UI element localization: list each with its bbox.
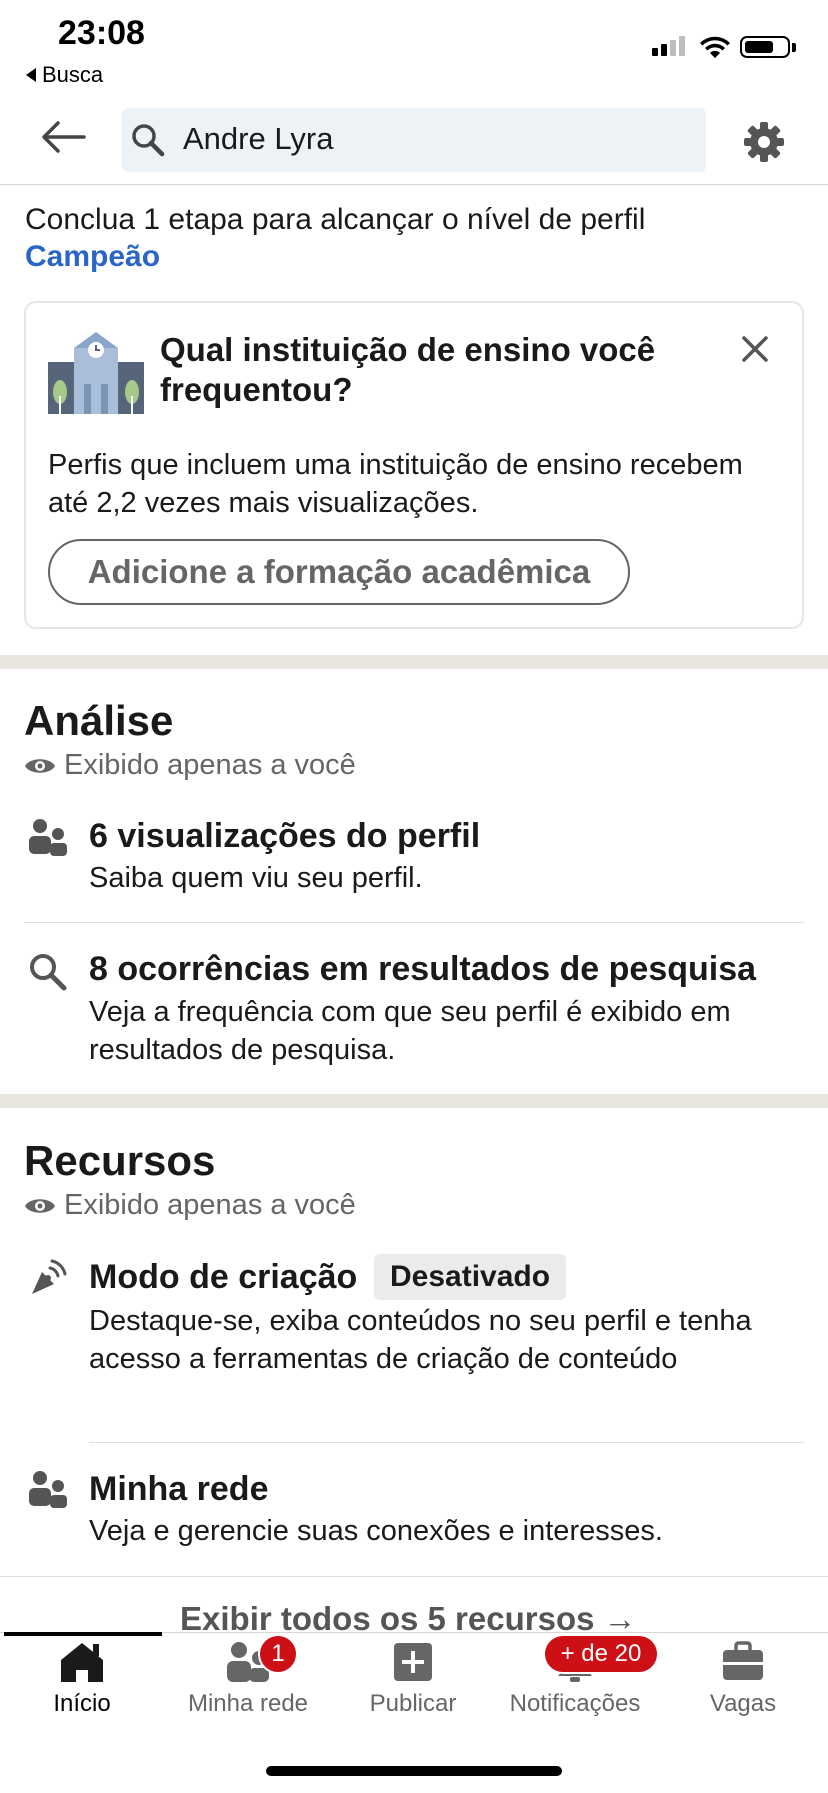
nav-my-network[interactable]: Minha rede 1 [168, 1634, 328, 1718]
card-title: Qual instituição de ensino você frequent… [160, 331, 656, 408]
status-time: 23:08 [58, 14, 145, 52]
back-triangle-icon [26, 68, 36, 82]
back-arrow-icon[interactable] [40, 120, 86, 154]
signal-icon [652, 36, 685, 56]
section-divider-line [0, 1576, 828, 1577]
broadcast-icon [32, 1259, 67, 1294]
eye-icon [25, 1198, 55, 1213]
search-appearances-title: 8 ocorrências em resultados de pesquisa [89, 950, 757, 988]
profile-views-subtitle: Saiba quem viu seu perfil. [89, 862, 423, 894]
post-icon [394, 1643, 432, 1681]
close-icon[interactable] [740, 334, 770, 364]
profile-views-title: 6 visualizações do perfil [89, 817, 481, 855]
nav-notifications[interactable]: Notificações + de 20 [495, 1634, 659, 1718]
people-icon [29, 1471, 67, 1508]
profile-completion-text: Conclua 1 etapa para alcançar o nível de… [25, 203, 646, 236]
gear-icon[interactable] [742, 120, 786, 164]
search-icon [30, 954, 67, 991]
briefcase-icon [723, 1641, 763, 1680]
nav-notifications-label: Notificações [509, 1690, 641, 1717]
header-divider [0, 184, 828, 185]
section-divider [0, 655, 828, 669]
school-building-icon [48, 332, 144, 414]
back-to-app-link[interactable]: Busca [26, 62, 103, 88]
search-icon [132, 124, 165, 157]
creator-mode-status-badge: Desativado [374, 1254, 567, 1300]
nav-notifications-badge: + de 20 [543, 1634, 659, 1674]
search-appearances-subtitle: Veja a frequência com que seu perfil é e… [89, 996, 731, 1066]
nav-jobs[interactable]: Vagas [663, 1640, 823, 1718]
profile-level-link[interactable]: Campeão [25, 240, 160, 274]
nav-my-network-badge: 1 [258, 1634, 298, 1674]
home-indicator [266, 1766, 562, 1776]
resources-visibility: Exibido apenas a você [24, 1189, 356, 1222]
my-network-title: Minha rede [89, 1470, 269, 1508]
back-app-label: Busca [42, 62, 104, 87]
search-input[interactable] [183, 121, 683, 157]
nav-post-label: Publicar [369, 1690, 457, 1717]
resources-title: Recursos [24, 1137, 216, 1184]
people-icon [29, 819, 67, 856]
visibility-label: Exibido apenas a você [64, 749, 356, 781]
my-network-subtitle: Veja e gerencie suas conexões e interess… [89, 1515, 663, 1547]
analysis-visibility: Exibido apenas a você [24, 749, 356, 782]
battery-nub [792, 43, 796, 52]
creator-mode-subtitle: Destaque-se, exiba conteúdos no seu perf… [89, 1305, 752, 1375]
nav-home[interactable]: Início [2, 1640, 162, 1718]
creator-mode-title: Modo de criação [89, 1258, 358, 1296]
section-divider [0, 1094, 828, 1108]
row-divider [24, 922, 804, 923]
active-tab-indicator [4, 1632, 162, 1636]
add-education-button[interactable]: Adicione a formação acadêmica [48, 539, 630, 605]
eye-icon [25, 758, 55, 773]
row-divider [89, 1442, 804, 1443]
nav-post[interactable]: Publicar [333, 1640, 493, 1718]
battery-icon [740, 36, 790, 58]
visibility-label: Exibido apenas a você [64, 1189, 356, 1221]
card-description: Perfis que incluem uma instituição de en… [48, 449, 743, 519]
wifi-icon [700, 36, 730, 58]
nav-jobs-label: Vagas [709, 1690, 777, 1717]
nav-home-label: Início [53, 1690, 111, 1717]
analysis-title: Análise [24, 697, 174, 744]
home-icon [61, 1643, 103, 1682]
nav-my-network-label: Minha rede [187, 1690, 309, 1717]
